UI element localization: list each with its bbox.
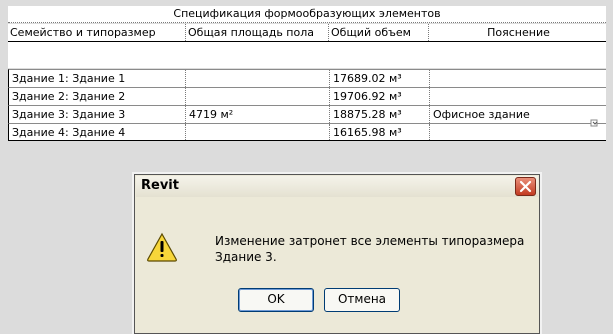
column-header-family[interactable]: Семейство и типоразмер bbox=[8, 24, 186, 41]
cell-area[interactable] bbox=[186, 88, 330, 105]
column-header-area[interactable]: Общая площадь пола bbox=[186, 24, 329, 41]
dialog-title: Revit bbox=[141, 178, 179, 193]
cell-volume[interactable]: 16165.98 м³ bbox=[330, 124, 430, 140]
workspace-background: Спецификация формообразующих элементов С… bbox=[0, 0, 613, 334]
confirm-dialog: Revit Изменение затронет все элементы ти… bbox=[134, 174, 540, 334]
warning-icon bbox=[147, 232, 177, 262]
close-icon bbox=[519, 180, 532, 193]
close-button[interactable] bbox=[515, 177, 536, 196]
schedule-body: Здание 1: Здание 1 17689.02 м³ Здание 2:… bbox=[8, 69, 606, 141]
table-row[interactable]: Здание 1: Здание 1 17689.02 м³ bbox=[8, 69, 606, 87]
cancel-button[interactable]: Отмена bbox=[324, 288, 400, 312]
cell-area[interactable] bbox=[186, 124, 330, 140]
cell-area[interactable]: 4719 м² bbox=[186, 106, 330, 123]
cell-area[interactable] bbox=[186, 70, 330, 87]
cell-note[interactable] bbox=[430, 70, 606, 87]
cell-volume[interactable]: 18875.28 м³ bbox=[330, 106, 430, 123]
cell-note[interactable] bbox=[430, 124, 606, 140]
cell-note[interactable]: Офисное здание bbox=[430, 106, 606, 123]
schedule-header: Семейство и типоразмер Общая площадь пол… bbox=[8, 24, 606, 42]
cell-volume[interactable]: 19706.92 м³ bbox=[330, 88, 430, 105]
cell-dropdown-icon[interactable] bbox=[590, 118, 600, 128]
column-header-volume[interactable]: Общий объем bbox=[329, 24, 429, 41]
dialog-titlebar[interactable]: Revit bbox=[136, 176, 538, 197]
dialog-message: Изменение затронет все элементы типоразм… bbox=[215, 233, 535, 265]
cell-family[interactable]: Здание 4: Здание 4 bbox=[9, 124, 186, 140]
table-row[interactable]: Здание 2: Здание 2 19706.92 м³ bbox=[8, 87, 606, 105]
table-row[interactable]: Здание 4: Здание 4 16165.98 м³ bbox=[8, 123, 606, 141]
cell-family[interactable]: Здание 1: Здание 1 bbox=[9, 70, 186, 87]
column-header-note[interactable]: Пояснение bbox=[429, 24, 606, 41]
cell-volume[interactable]: 17689.02 м³ bbox=[330, 70, 430, 87]
dialog-message-line1: Изменение затронет все элементы типоразм… bbox=[215, 234, 525, 248]
cell-note[interactable] bbox=[430, 88, 606, 105]
ok-button[interactable]: OK bbox=[238, 288, 314, 312]
dialog-message-line2: Здание 3. bbox=[215, 250, 277, 264]
table-row[interactable]: Здание 3: Здание 3 4719 м² 18875.28 м³ О… bbox=[8, 105, 606, 123]
schedule-spacer bbox=[8, 42, 606, 68]
schedule-title: Спецификация формообразующих элементов bbox=[8, 6, 606, 23]
cell-family[interactable]: Здание 3: Здание 3 bbox=[9, 106, 186, 123]
cell-family[interactable]: Здание 2: Здание 2 bbox=[9, 88, 186, 105]
